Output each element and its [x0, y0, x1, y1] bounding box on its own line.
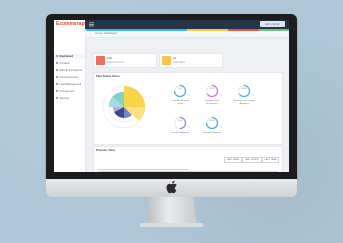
plan-status-panel: Plan Status Score Complete Referral List… [93, 72, 283, 145]
sidebar-item-label: Partner & Programs [59, 69, 83, 72]
progress-donut-5 [205, 116, 219, 130]
donut-value: 5/10 [178, 120, 182, 122]
last-year-button[interactable]: LAST YEAR [262, 157, 279, 163]
sidebar-item-announcements[interactable]: Announcements [54, 75, 85, 80]
sidebar-item-settings[interactable]: Settings [54, 96, 85, 101]
stat-label: Lead Status [173, 62, 186, 64]
monitor-foot [140, 223, 203, 227]
donut-label: Schedule Approval [202, 132, 222, 134]
panel-title: Previous View [96, 148, 115, 152]
sidebar-item-label: Lead Management [59, 83, 82, 86]
last-week-button[interactable]: LAST WEEK [224, 157, 242, 163]
apple-logo-icon [166, 180, 177, 194]
monitor-screen: Ecommeraps John Smith Dashboard Contacts… [54, 20, 289, 172]
sidebar-item-dashboard[interactable]: Dashboard [54, 54, 85, 59]
stat-value: 22% [107, 57, 113, 60]
progress-donut-3 [237, 84, 251, 98]
leads-status-icon [162, 56, 171, 65]
monitor-stand [146, 197, 197, 224]
timeline-bar-grey [98, 171, 278, 172]
donut-value: 6/5 [178, 88, 182, 90]
sidebar: Dashboard Contacts Partner & Programs An… [54, 29, 86, 172]
contacts-icon [56, 62, 58, 65]
sidebar-item-procurement[interactable]: Procurement [54, 89, 85, 94]
sidebar-item-leads[interactable]: Lead Management [54, 82, 85, 87]
sidebar-item-contacts[interactable]: Contacts [54, 61, 85, 66]
polar-segment-yellow [124, 86, 145, 107]
stat-value: 22 [173, 57, 176, 60]
accounts-icon [96, 56, 105, 65]
sidebar-item-label: Settings [59, 97, 69, 100]
user-menu[interactable]: John Smith [260, 21, 285, 27]
brand-logo: Ecommeraps [56, 21, 88, 27]
sidebar-item-label: Announcements [59, 76, 79, 79]
hamburger-menu-icon[interactable] [89, 22, 94, 27]
donut-label: Schedule Approval [170, 132, 190, 134]
stat-card-leads[interactable]: 22 Lead Status [159, 53, 223, 68]
dashboard-icon [56, 55, 58, 58]
procurement-icon [56, 90, 58, 93]
previous-view-panel: Previous View LAST WEEK LAST MONTH LAST … [93, 146, 283, 172]
breadcrumb-text: Home / Dashboard [95, 32, 117, 35]
sidebar-item-label: Dashboard [59, 55, 74, 58]
stat-label: Linked Accounts [107, 62, 124, 64]
donut-value: 30/45 [241, 88, 247, 90]
donut-value: 15/20 [209, 120, 215, 122]
donut-label: Schedule with Training Approval [233, 100, 256, 105]
donut-value: 10/15 [209, 88, 215, 90]
sidebar-item-label: Procurement [59, 90, 75, 93]
donut-label: Complete Plan Acceptance [204, 100, 220, 105]
last-month-button[interactable]: LAST MONTH [242, 157, 262, 163]
panel-title: Plan Status Score [96, 74, 120, 78]
sidebar-item-label: Contacts [59, 62, 70, 65]
stat-card-accounts[interactable]: 22% Linked Accounts [93, 53, 157, 68]
progress-donut-2 [205, 84, 219, 98]
breadcrumb: Home / Dashboard [85, 31, 289, 38]
leads-icon [56, 83, 58, 86]
donut-label: Complete Referral Listing [171, 100, 189, 105]
partners-icon [56, 69, 58, 72]
progress-donut-1 [173, 84, 187, 98]
polar-chart [102, 85, 146, 129]
app-header [85, 20, 289, 29]
settings-icon [56, 97, 58, 100]
progress-donut-4 [173, 116, 187, 130]
timeline-bar-yellow [98, 169, 188, 170]
sidebar-item-partners[interactable]: Partner & Programs [54, 68, 85, 73]
announcements-icon [56, 76, 58, 79]
